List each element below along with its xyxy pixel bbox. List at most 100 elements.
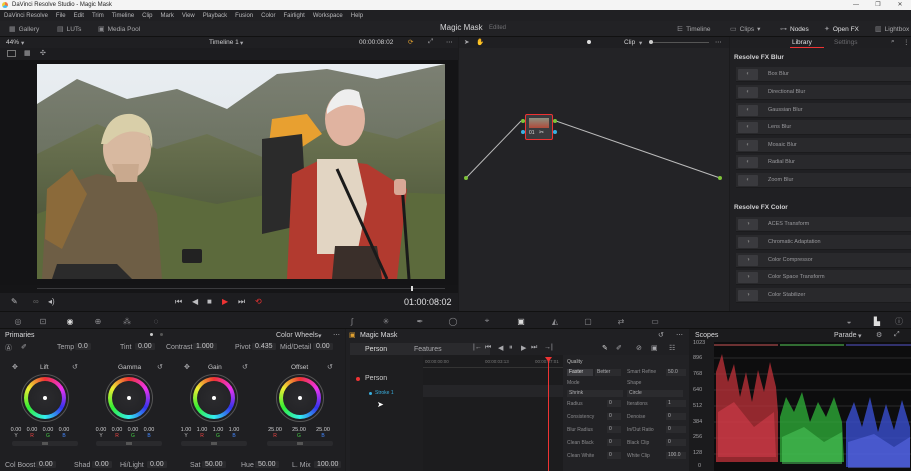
clip-mode-label[interactable]: Clip xyxy=(624,39,635,46)
more-options-icon[interactable]: ⋯ xyxy=(446,38,453,46)
qualifier-icon[interactable]: ✒ xyxy=(413,315,427,327)
tab-features[interactable]: Features xyxy=(414,346,442,353)
lift-reset-icon[interactable]: ↺ xyxy=(72,363,78,371)
tracker-icon[interactable]: ⌖ xyxy=(480,315,494,327)
sat-field[interactable]: 50.00 xyxy=(202,461,226,468)
inout-ratio-field[interactable]: 0 xyxy=(666,426,686,433)
lift-picker-icon[interactable]: ✥ xyxy=(12,363,18,371)
gamma-reset-icon[interactable]: ↺ xyxy=(157,363,163,371)
node-zoom-slider[interactable] xyxy=(649,42,709,43)
pen-tool-icon[interactable]: ✎ xyxy=(11,297,18,306)
clean-black-field[interactable]: 0 xyxy=(607,439,621,446)
tint-field[interactable]: 0.00 xyxy=(135,343,155,350)
fx-item[interactable]: ◐ Radial Blur xyxy=(736,155,911,170)
play-icon[interactable]: ▶ xyxy=(222,297,228,306)
scope-settings-icon[interactable]: ⚙ xyxy=(876,331,882,339)
fx-item[interactable]: ◐ Gaussian Blur xyxy=(736,103,911,118)
sizing-icon[interactable]: ⇄ xyxy=(614,315,628,327)
video-viewer[interactable] xyxy=(0,60,458,285)
scope-mode[interactable]: Parade xyxy=(834,332,857,339)
zoom-dropdown-icon[interactable]: ▾ xyxy=(21,39,24,47)
openfx-button[interactable]: ✦ Open FX xyxy=(824,21,859,37)
media-pool-button[interactable]: ▣ Media Pool xyxy=(98,21,140,37)
node-graph[interactable]: 01 ✂ xyxy=(459,48,729,311)
menu-clip[interactable]: Clip xyxy=(142,13,152,19)
auto-balance-icon[interactable]: Ⓐ xyxy=(5,343,12,353)
blur-icon[interactable]: ◭ xyxy=(548,315,562,327)
curves-icon[interactable]: ∫ xyxy=(345,315,359,327)
pointer-tool-icon[interactable]: ➤ xyxy=(464,38,469,46)
clip-dropdown-icon[interactable]: ▾ xyxy=(639,39,642,47)
close-button[interactable]: ✕ xyxy=(889,0,911,10)
primaries-mode[interactable]: Color Wheels xyxy=(276,332,318,339)
key-icon[interactable]: ▢ xyxy=(581,315,595,327)
middetail-field[interactable]: 0.00 xyxy=(313,343,333,350)
offset-wheel[interactable] xyxy=(276,374,324,422)
hue-field[interactable]: 50.00 xyxy=(255,461,279,468)
menu-mark[interactable]: Mark xyxy=(161,13,174,19)
viewer-scrubber[interactable] xyxy=(0,285,458,293)
hdr-icon[interactable]: ⊕ xyxy=(91,315,105,327)
mm-reset-icon[interactable]: ↺ xyxy=(658,331,664,339)
track-stroke-1[interactable]: Stroke 1 xyxy=(375,390,394,396)
colboost-field[interactable]: 0.00 xyxy=(36,461,56,468)
clean-white-field[interactable]: 0 xyxy=(607,452,621,459)
blur-radius-field[interactable]: 0 xyxy=(607,426,621,433)
menu-timeline[interactable]: Timeline xyxy=(112,13,134,19)
menu-fusion[interactable]: Fusion xyxy=(235,13,253,19)
menu-help[interactable]: Help xyxy=(351,13,363,19)
node-01[interactable]: 01 ✂ xyxy=(525,114,553,140)
mode-dropdown-icon[interactable]: ▾ xyxy=(318,332,322,340)
nodes-button[interactable]: ⊶ Nodes xyxy=(780,21,809,37)
3d-icon[interactable]: ▭ xyxy=(648,315,662,327)
play-reverse-icon[interactable]: ◀ xyxy=(192,297,198,306)
gallery-button[interactable]: ▦ Gallery xyxy=(9,21,39,37)
tab-library[interactable]: Library xyxy=(792,39,812,46)
fx-item[interactable]: ◐ Zoom Blur xyxy=(736,173,911,188)
smart-refine-field[interactable]: 50.0 xyxy=(666,369,686,376)
fx-item[interactable]: ◐ Mosaic Blur xyxy=(736,138,911,153)
lightbox-button[interactable]: ▥ Lightbox xyxy=(875,21,909,37)
audio-icon[interactable]: ◂) xyxy=(48,297,55,306)
quality-faster[interactable]: Faster xyxy=(567,369,593,376)
color-warper-icon[interactable]: ✳ xyxy=(379,315,393,327)
node-input-key[interactable] xyxy=(521,130,525,134)
gain-wheel[interactable] xyxy=(190,374,238,422)
lift-wheel[interactable] xyxy=(21,374,69,422)
node-zoom-knob[interactable] xyxy=(649,40,653,44)
node-input-rgb[interactable] xyxy=(521,119,525,123)
mm-playhead[interactable] xyxy=(548,357,549,471)
window-icon[interactable]: ◯ xyxy=(446,315,460,327)
scope-mode-dropdown-icon[interactable]: ▾ xyxy=(858,332,862,340)
lmix-field[interactable]: 100.00 xyxy=(314,461,342,468)
gain-reset-icon[interactable]: ↺ xyxy=(242,363,248,371)
radius-field[interactable]: 0 xyxy=(607,400,621,407)
mm-prev-keyframe-icon[interactable]: |← xyxy=(473,344,482,351)
link-icon[interactable]: ∞ xyxy=(33,297,39,306)
fx-item[interactable]: ◑ Color Stabilizer xyxy=(736,288,911,303)
lightbox-palette-icon[interactable]: ◒ xyxy=(842,315,856,327)
rgb-mixer-icon[interactable]: ⁂ xyxy=(120,315,134,327)
offset-master-slider[interactable] xyxy=(267,441,333,446)
page-dot-active[interactable] xyxy=(150,333,153,336)
zoom-level[interactable]: 44% xyxy=(6,39,19,46)
fx-item[interactable]: ◑ ACES Transform xyxy=(736,217,911,232)
person-track-bar[interactable] xyxy=(423,385,563,397)
white-clip-field[interactable]: 100.0 xyxy=(666,452,686,459)
node-more-icon[interactable]: ⋯ xyxy=(715,38,722,46)
menu-view[interactable]: View xyxy=(182,13,195,19)
menu-davinci[interactable]: DaVinci Resolve xyxy=(4,13,48,19)
fullscreen-icon[interactable]: ⤢ xyxy=(428,38,433,46)
denoise-field[interactable]: 0 xyxy=(666,413,686,420)
gamma-master-slider[interactable] xyxy=(96,441,162,446)
mode-select[interactable]: Shrink xyxy=(567,390,623,397)
mm-step-forward-icon[interactable]: ▶ xyxy=(521,344,526,352)
mm-pen-add-icon[interactable]: ✎ xyxy=(602,344,608,352)
contrast-field[interactable]: 1.000 xyxy=(193,343,217,350)
consistency-field[interactable]: 0 xyxy=(607,413,621,420)
gamma-wheel[interactable] xyxy=(105,374,153,422)
stop-icon[interactable]: ■ xyxy=(207,297,212,306)
menu-fairlight[interactable]: Fairlight xyxy=(283,13,304,19)
fx-item[interactable]: ◐ Lens Blur xyxy=(736,120,911,135)
go-to-start-icon[interactable]: ⏮ xyxy=(175,297,182,307)
